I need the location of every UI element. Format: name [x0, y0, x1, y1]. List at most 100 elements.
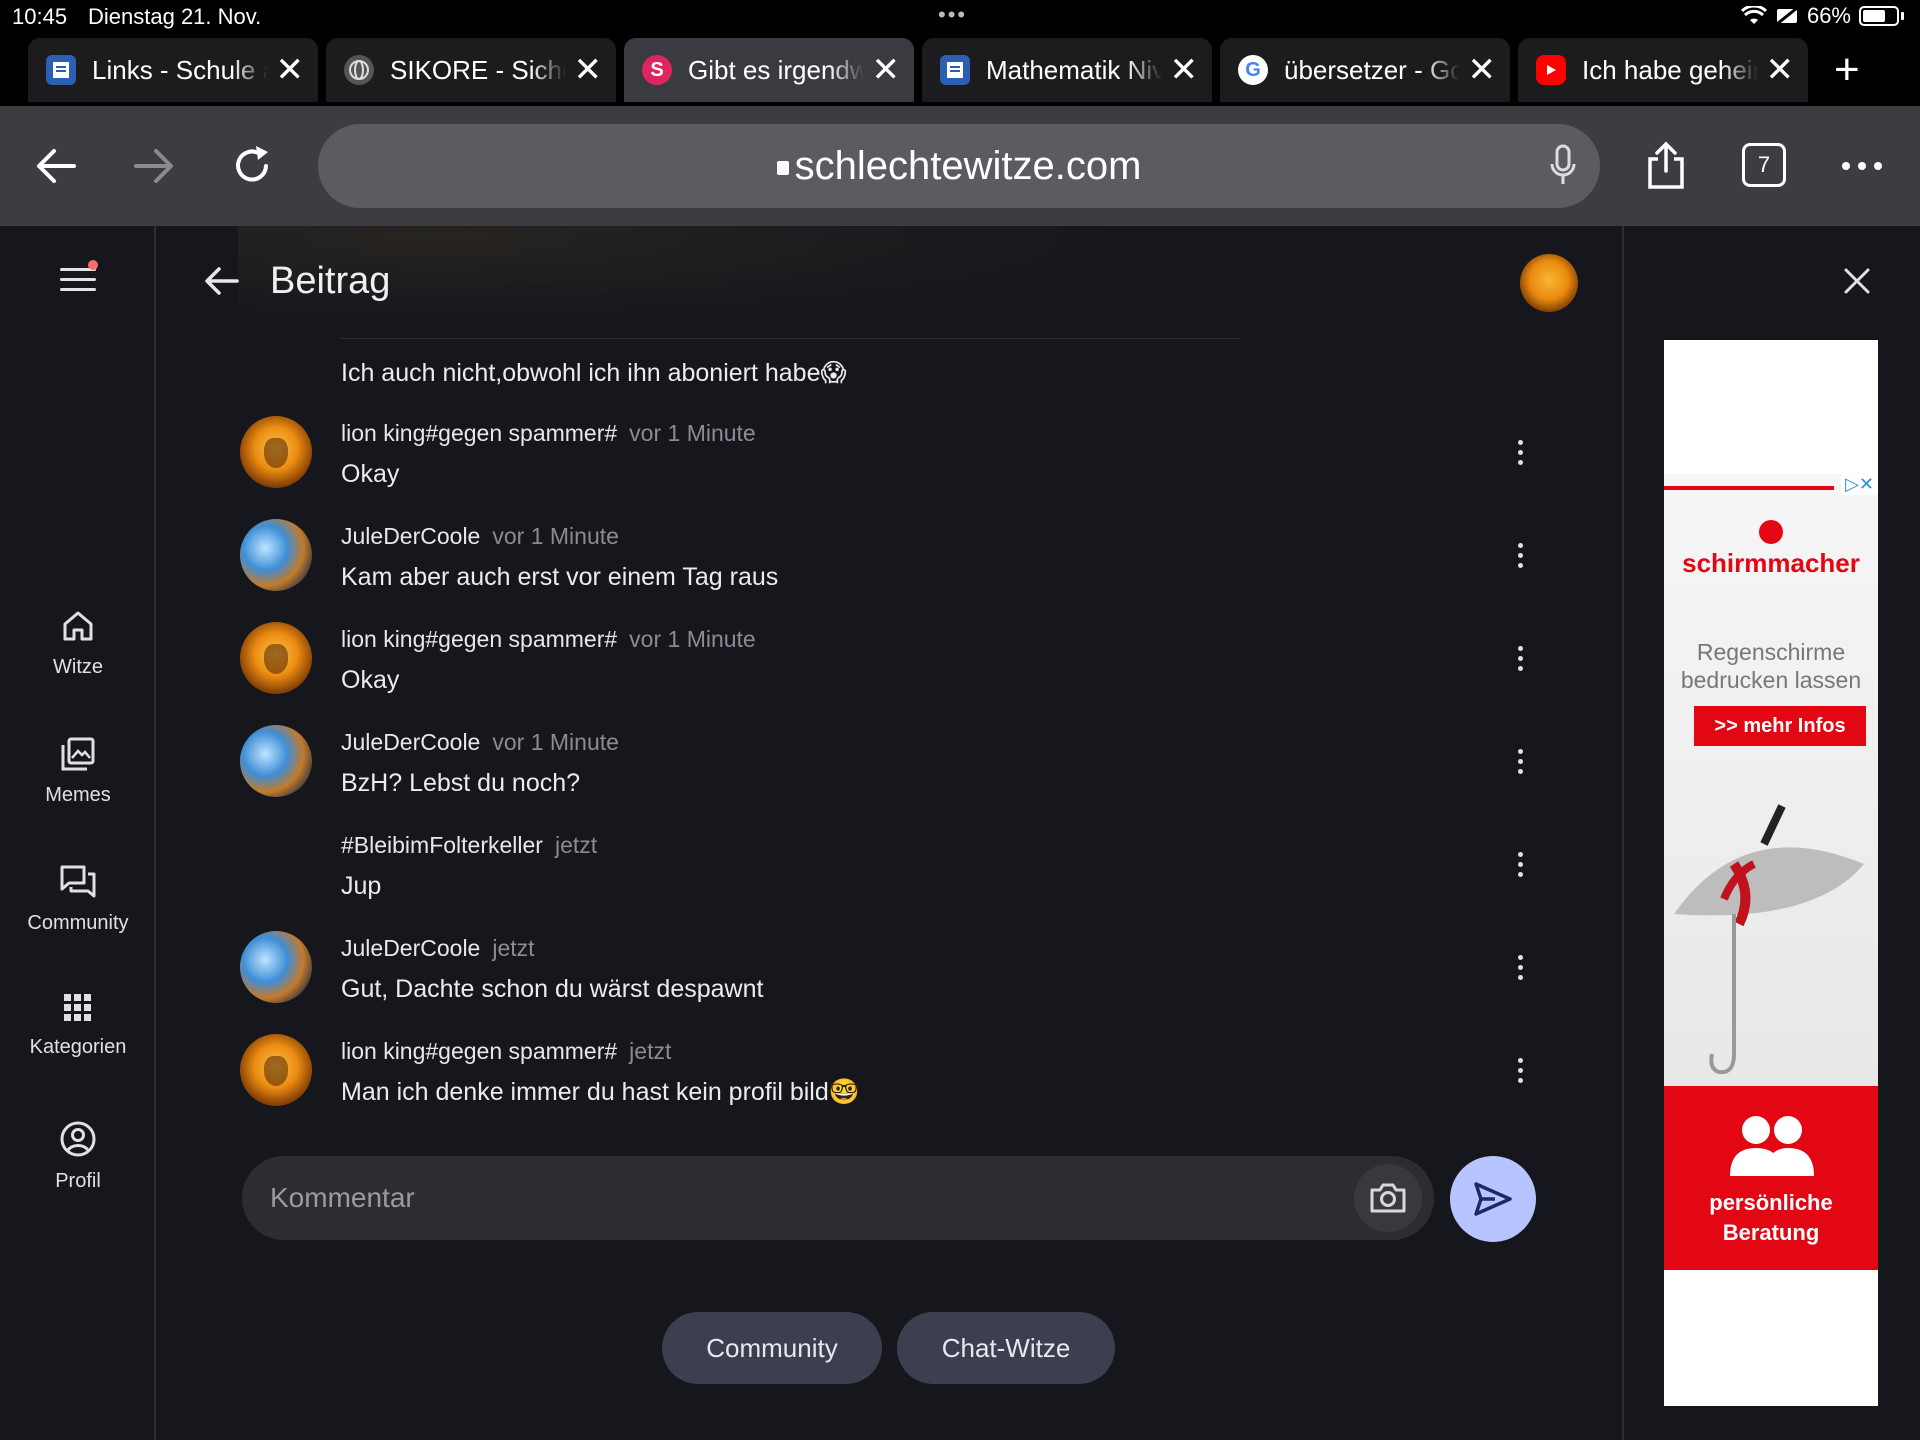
browser-tab[interactable]: Ich habe geheir ✕ — [1518, 38, 1808, 102]
back-arrow-icon[interactable] — [204, 266, 240, 301]
no-sim-icon — [1776, 6, 1798, 26]
ad-brand: schirmmacher — [1682, 548, 1860, 578]
reload-icon[interactable] — [222, 136, 282, 196]
user-avatar[interactable] — [1520, 254, 1578, 312]
close-tab-icon[interactable]: ✕ — [574, 53, 603, 87]
comment-item: JuleDerCoole vor 1 Minute BzH? Lebst du n… — [158, 725, 1598, 829]
sidebar-item-label: Memes — [45, 784, 111, 806]
share-icon[interactable] — [1636, 136, 1696, 196]
sidebar-item-memes[interactable]: Memes — [0, 736, 156, 807]
tab-title: SIKORE - Siche — [390, 54, 566, 85]
comment-time: jetzt — [492, 935, 535, 961]
close-tab-icon[interactable]: ✕ — [1170, 53, 1199, 87]
more-options-icon[interactable] — [1518, 955, 1526, 985]
tab-title: Mathematik Niv — [986, 54, 1162, 85]
comment-time: vor 1 Minute — [492, 523, 619, 549]
comment-author[interactable]: lion king#gegen spammer# — [341, 1038, 617, 1064]
browser-tab[interactable]: G übersetzer - Go ✕ — [1220, 38, 1510, 102]
comment-author[interactable]: lion king#gegen spammer# — [341, 420, 617, 446]
tab-count-button[interactable]: 7 — [1742, 143, 1786, 187]
forward-icon[interactable] — [124, 136, 184, 196]
more-options-icon[interactable] — [1518, 749, 1526, 779]
ad-bottom-line-1: persönliche — [1709, 1190, 1833, 1215]
more-options-icon[interactable] — [1518, 852, 1526, 882]
comment-text: Kam aber auch erst vor einem Tag raus — [341, 563, 779, 591]
advertisement[interactable]: ▷✕ schirmmacher Regenschirme bedrucken l… — [1664, 340, 1878, 1406]
comment-author[interactable]: lion king#gegen spammer# — [341, 626, 617, 652]
comment-text: Gut, Dachte schon du wärst despawnt — [341, 975, 764, 1003]
avatar[interactable] — [240, 416, 312, 488]
comment-author[interactable]: #BleibimFolterkeller — [341, 832, 543, 858]
multitasking-dots-icon[interactable]: ••• — [938, 2, 967, 28]
doc-icon — [940, 55, 970, 85]
sidebar: Witze Memes Community Kategorien Profil — [0, 226, 156, 1440]
sidebar-item-label: Kategorien — [29, 1036, 127, 1058]
browser-tab[interactable]: Links - Schule a ✕ — [28, 38, 318, 102]
status-bar: 10:45 Dienstag 21. Nov. ••• 66% — [0, 0, 1920, 34]
status-time: 10:45 — [12, 4, 68, 29]
sidebar-item-witze[interactable]: Witze — [0, 608, 156, 679]
hamburger-menu-icon[interactable] — [60, 268, 96, 298]
comment-author[interactable]: JuleDerCoole — [341, 729, 480, 755]
tab-title: Gibt es irgendw — [688, 54, 864, 85]
microphone-icon[interactable] — [1550, 144, 1576, 196]
more-options-icon[interactable] — [1518, 440, 1526, 470]
comment-item: JuleDerCoole jetzt Gut, Dachte schon du w… — [158, 931, 1598, 1035]
avatar[interactable] — [240, 622, 312, 694]
youtube-icon — [1536, 55, 1566, 85]
browser-tab-active[interactable]: S Gibt es irgendw ✕ — [624, 38, 914, 102]
comment-text: Okay — [341, 460, 400, 488]
sidebar-item-community[interactable]: Community — [0, 864, 156, 935]
browser-tab[interactable]: SIKORE - Siche ✕ — [326, 38, 616, 102]
new-tab-plus-icon[interactable]: + — [1834, 45, 1860, 95]
comment-text: Ich auch nicht,obwohl ich ihn aboniert h… — [341, 359, 847, 387]
avatar[interactable] — [240, 1034, 312, 1106]
people-icon — [1730, 1116, 1814, 1176]
profile-icon — [60, 1121, 96, 1157]
close-icon[interactable] — [1842, 266, 1872, 301]
close-tab-icon[interactable]: ✕ — [1468, 53, 1497, 87]
send-button[interactable] — [1450, 1156, 1536, 1242]
comment-input[interactable] — [270, 1174, 1270, 1222]
back-icon[interactable] — [26, 136, 86, 196]
more-options-icon[interactable] — [1518, 543, 1526, 573]
comment-text: Okay — [341, 666, 400, 694]
avatar[interactable] — [240, 519, 312, 591]
camera-icon[interactable] — [1354, 1164, 1422, 1232]
chat-witze-button[interactable]: Chat-Witze — [897, 1312, 1115, 1384]
more-options-icon[interactable] — [1518, 1058, 1526, 1088]
gallery-icon — [61, 737, 95, 771]
comment-item: lion king#gegen spammer# vor 1 Minute Oka… — [158, 622, 1598, 726]
more-options-icon[interactable] — [1518, 646, 1526, 676]
battery-percent: 66% — [1806, 3, 1851, 28]
comment-time: jetzt — [554, 832, 598, 858]
battery-icon — [1859, 6, 1899, 26]
avatar[interactable] — [240, 725, 312, 797]
address-bar[interactable]: schlechtewitze.com — [318, 124, 1600, 208]
comment-author[interactable]: JuleDerCoole — [341, 935, 480, 961]
community-button[interactable]: Community — [662, 1312, 882, 1384]
tab-bar: Links - Schule a ✕ SIKORE - Siche ✕ S Gi… — [0, 34, 1920, 106]
sidebar-item-label: Community — [27, 912, 129, 934]
comment-time: vor 1 Minute — [629, 420, 756, 446]
comment-author[interactable]: JuleDerCoole — [341, 523, 480, 549]
tab-title: Ich habe geheir — [1582, 54, 1758, 85]
post-thread: Beitrag Ich auch nicht,obwohl ich ihn ab… — [158, 226, 1622, 1440]
close-tab-icon[interactable]: ✕ — [276, 53, 305, 87]
sidebar-item-label: Profil — [55, 1170, 101, 1192]
close-tab-icon[interactable]: ✕ — [1766, 53, 1795, 87]
browser-tab[interactable]: Mathematik Niv ✕ — [922, 38, 1212, 102]
ad-cta-button[interactable]: >> mehr Infos — [1694, 706, 1866, 746]
umbrella-icon — [1674, 804, 1864, 1075]
grid-icon — [64, 994, 91, 1021]
brand-logo-icon — [1759, 520, 1783, 544]
close-tab-icon[interactable]: ✕ — [872, 53, 901, 87]
ad-choices-icon[interactable]: ▷✕ — [1841, 474, 1878, 495]
avatar[interactable] — [240, 931, 312, 1003]
tab-title: übersetzer - Go — [1284, 54, 1460, 85]
more-options-icon[interactable] — [1832, 136, 1892, 196]
sidebar-item-profil[interactable]: Profil — [0, 1120, 156, 1193]
comment-text: Jup — [341, 872, 382, 900]
sidebar-item-kategorien[interactable]: Kategorien — [0, 992, 156, 1059]
s-icon: S — [642, 55, 672, 85]
